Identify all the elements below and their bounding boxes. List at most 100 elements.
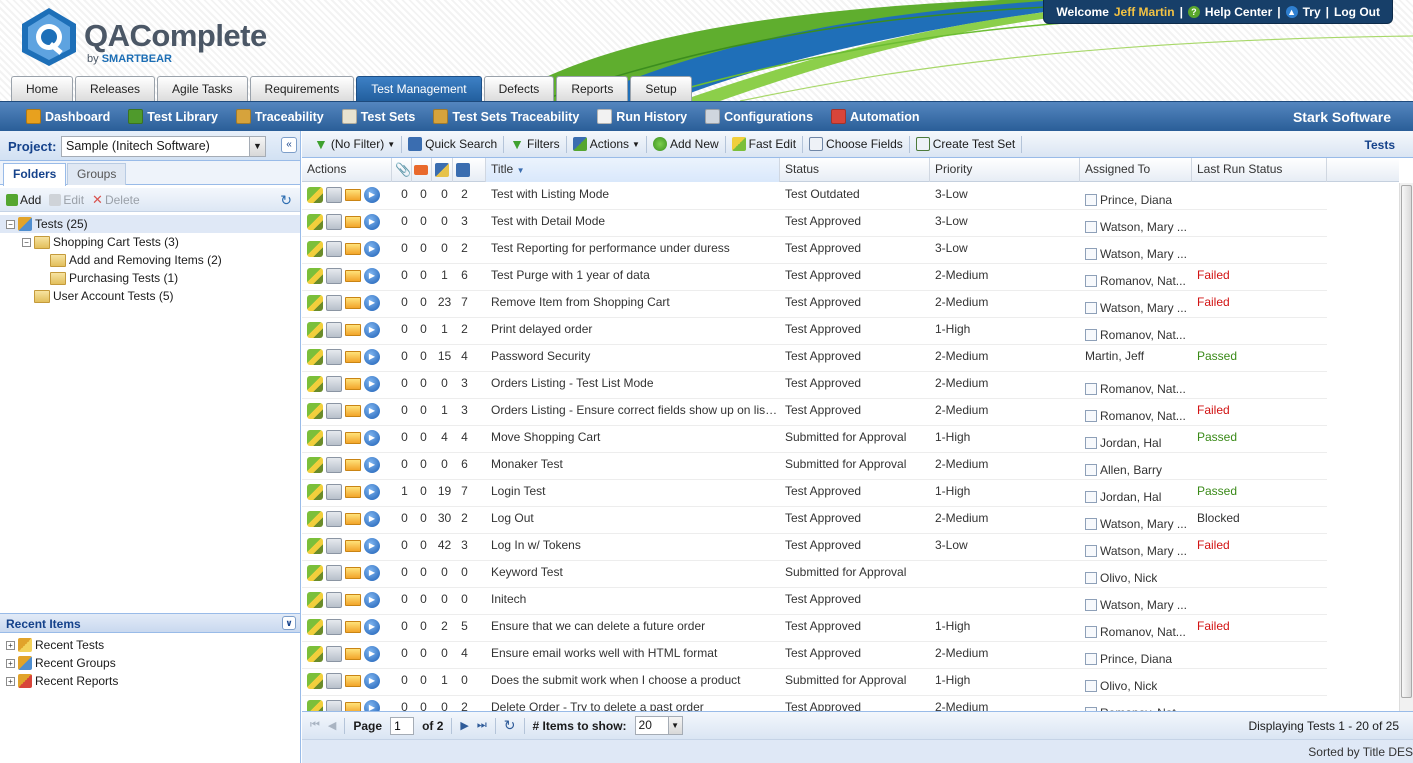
edit-icon[interactable] bbox=[307, 565, 323, 581]
tree-item-user-account-tests[interactable]: User Account Tests (5) bbox=[0, 287, 300, 305]
email-icon[interactable] bbox=[345, 513, 361, 525]
test-title[interactable]: Print delayed order bbox=[486, 318, 780, 344]
tab-requirements[interactable]: Requirements bbox=[249, 76, 355, 101]
edit-assignee-icon[interactable] bbox=[1085, 491, 1097, 503]
collapse-left-panel-icon[interactable]: « bbox=[281, 137, 297, 153]
tab-groups[interactable]: Groups bbox=[67, 163, 127, 185]
table-row[interactable]: ▶ 0 0 0 6 Monaker Test Submitted for Approval 2… bbox=[302, 453, 1327, 480]
next-page-icon[interactable]: ▶ bbox=[460, 719, 468, 732]
actions-dropdown-button[interactable]: Actions ▼ bbox=[567, 131, 646, 158]
tab-folders[interactable]: Folders bbox=[3, 163, 67, 186]
table-row[interactable]: ▶ 0 0 0 2 Test with Listing Mode Test Outdated… bbox=[302, 183, 1327, 210]
email-icon[interactable] bbox=[345, 621, 361, 633]
edit-assignee-icon[interactable] bbox=[1085, 437, 1097, 449]
email-icon[interactable] bbox=[345, 243, 361, 255]
print-icon[interactable] bbox=[326, 295, 342, 311]
add-new-button[interactable]: Add New bbox=[647, 131, 725, 158]
column-assigned-to[interactable]: Assigned To bbox=[1080, 158, 1192, 182]
test-title[interactable]: Test with Detail Mode bbox=[486, 210, 780, 236]
print-icon[interactable] bbox=[326, 565, 342, 581]
subnav-test-sets-traceability[interactable]: Test Sets Traceability bbox=[433, 109, 597, 124]
run-test-icon[interactable]: ▶ bbox=[364, 322, 380, 338]
chevron-down-icon[interactable]: ∨ bbox=[282, 616, 296, 630]
edit-assignee-icon[interactable] bbox=[1085, 518, 1097, 530]
email-icon[interactable] bbox=[345, 189, 361, 201]
email-icon[interactable] bbox=[345, 270, 361, 282]
column-steps[interactable] bbox=[453, 158, 486, 182]
test-title[interactable]: Initech bbox=[486, 588, 780, 614]
print-icon[interactable] bbox=[326, 619, 342, 635]
edit-icon[interactable] bbox=[307, 457, 323, 473]
column-status[interactable]: Status bbox=[780, 158, 930, 182]
tab-reports[interactable]: Reports bbox=[556, 76, 629, 101]
edit-assignee-icon[interactable] bbox=[1085, 383, 1097, 395]
edit-assignee-icon[interactable] bbox=[1085, 464, 1097, 476]
vertical-scrollbar[interactable] bbox=[1399, 183, 1413, 713]
expand-toggle-icon[interactable]: + bbox=[6, 658, 15, 668]
run-test-icon[interactable]: ▶ bbox=[364, 592, 380, 608]
subnav-dashboard[interactable]: Dashboard bbox=[0, 109, 128, 124]
edit-icon[interactable] bbox=[307, 268, 323, 284]
edit-assignee-icon[interactable] bbox=[1085, 626, 1097, 638]
edit-assignee-icon[interactable] bbox=[1085, 302, 1097, 314]
test-title[interactable]: Keyword Test bbox=[486, 561, 780, 587]
refresh-icon[interactable]: ↻ bbox=[280, 192, 292, 209]
recent-groups[interactable]: + Recent Groups bbox=[0, 654, 300, 672]
subnav-automation[interactable]: Automation bbox=[831, 109, 937, 124]
print-icon[interactable] bbox=[326, 538, 342, 554]
quick-search-button[interactable]: Quick Search bbox=[402, 131, 503, 158]
column-attachments[interactable]: 📎 bbox=[392, 158, 412, 182]
tab-defects[interactable]: Defects bbox=[483, 76, 555, 101]
test-title[interactable]: Orders Listing - Test List Mode bbox=[486, 372, 780, 398]
tree-item-add-removing-items[interactable]: Add and Removing Items (2) bbox=[0, 251, 300, 269]
run-test-icon[interactable]: ▶ bbox=[364, 511, 380, 527]
edit-assignee-icon[interactable] bbox=[1085, 653, 1097, 665]
print-icon[interactable] bbox=[326, 511, 342, 527]
add-folder-button[interactable]: Add bbox=[6, 193, 41, 207]
run-test-icon[interactable]: ▶ bbox=[364, 295, 380, 311]
delete-folder-button[interactable]: ✕ Delete bbox=[92, 192, 140, 208]
run-test-icon[interactable]: ▶ bbox=[364, 403, 380, 419]
items-per-page-select[interactable]: 20 ▼ bbox=[634, 716, 683, 735]
edit-icon[interactable] bbox=[307, 349, 323, 365]
print-icon[interactable] bbox=[326, 592, 342, 608]
collapse-toggle-icon[interactable]: − bbox=[22, 237, 31, 247]
table-row[interactable]: ▶ 0 0 0 3 Test with Detail Mode Test Approved 3… bbox=[302, 210, 1327, 237]
run-test-icon[interactable]: ▶ bbox=[364, 646, 380, 662]
run-test-icon[interactable]: ▶ bbox=[364, 673, 380, 689]
edit-icon[interactable] bbox=[307, 538, 323, 554]
edit-icon[interactable] bbox=[307, 295, 323, 311]
test-title[interactable]: Orders Listing - Ensure correct fields s… bbox=[486, 399, 780, 425]
run-test-icon[interactable]: ▶ bbox=[364, 241, 380, 257]
run-test-icon[interactable]: ▶ bbox=[364, 430, 380, 446]
edit-icon[interactable] bbox=[307, 484, 323, 500]
test-title[interactable]: Password Security bbox=[486, 345, 780, 371]
subnav-test-library[interactable]: Test Library bbox=[128, 109, 236, 124]
tab-setup[interactable]: Setup bbox=[630, 76, 692, 101]
edit-folder-button[interactable]: Edit bbox=[49, 193, 84, 207]
table-row[interactable]: ▶ 0 0 0 0 Initech Test Approved Watson, Mary ..… bbox=[302, 588, 1327, 615]
column-linked-items[interactable] bbox=[432, 158, 453, 182]
email-icon[interactable] bbox=[345, 297, 361, 309]
print-icon[interactable] bbox=[326, 187, 342, 203]
tree-item-tests[interactable]: − Tests (25) bbox=[0, 215, 300, 233]
table-row[interactable]: ▶ 0 0 42 3 Log In w/ Tokens Test Approved 3-Low… bbox=[302, 534, 1327, 561]
table-row[interactable]: ▶ 0 0 1 3 Orders Listing - Ensure correct fie… bbox=[302, 399, 1327, 426]
edit-assignee-icon[interactable] bbox=[1085, 329, 1097, 341]
print-icon[interactable] bbox=[326, 349, 342, 365]
edit-assignee-icon[interactable] bbox=[1085, 545, 1097, 557]
print-icon[interactable] bbox=[326, 214, 342, 230]
filter-dropdown-button[interactable]: ▼ (No Filter) ▼ bbox=[308, 131, 401, 158]
email-icon[interactable] bbox=[345, 648, 361, 660]
edit-assignee-icon[interactable] bbox=[1085, 572, 1097, 584]
run-test-icon[interactable]: ▶ bbox=[364, 538, 380, 554]
table-row[interactable]: ▶ 0 0 1 6 Test Purge with 1 year of data Test … bbox=[302, 264, 1327, 291]
print-icon[interactable] bbox=[326, 646, 342, 662]
table-row[interactable]: ▶ 0 0 0 0 Keyword Test Submitted for Approval O… bbox=[302, 561, 1327, 588]
table-row[interactable]: ▶ 0 0 1 2 Print delayed order Test Approved 1-H… bbox=[302, 318, 1327, 345]
email-icon[interactable] bbox=[345, 567, 361, 579]
subnav-traceability[interactable]: Traceability bbox=[235, 109, 342, 124]
run-test-icon[interactable]: ▶ bbox=[364, 376, 380, 392]
email-icon[interactable] bbox=[345, 351, 361, 363]
email-icon[interactable] bbox=[345, 405, 361, 417]
